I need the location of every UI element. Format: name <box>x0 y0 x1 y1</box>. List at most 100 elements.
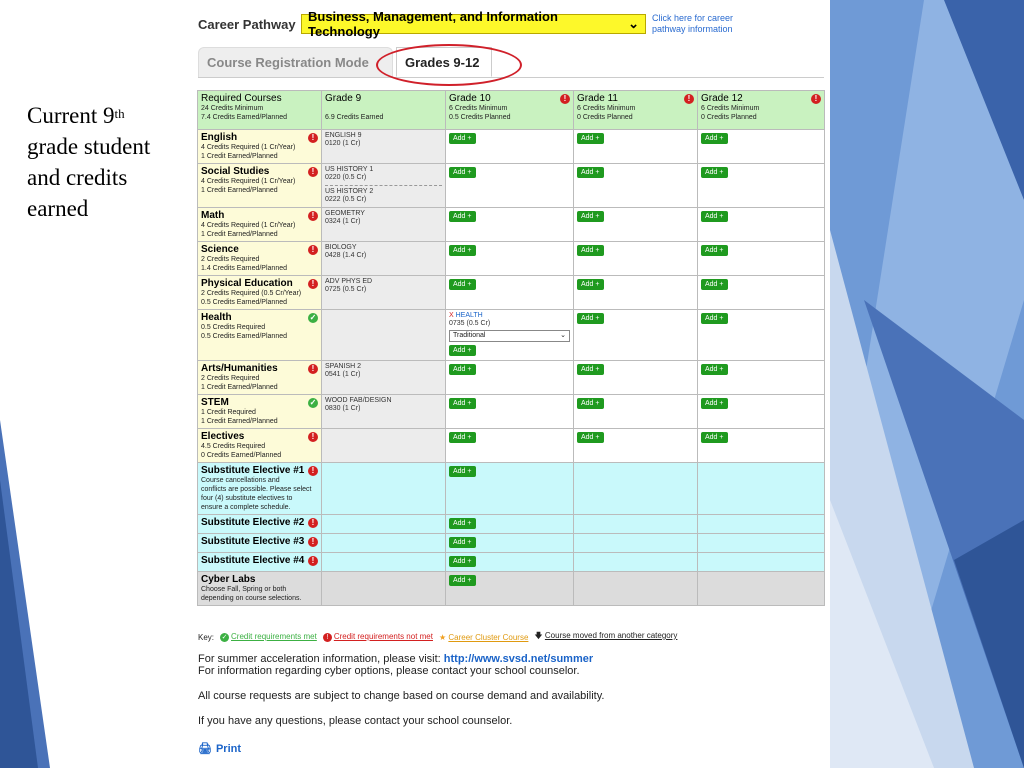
alert-icon: ! <box>308 518 318 528</box>
header-grade-10: Grade 10 6 Credits Minimum 0.5 Credits P… <box>445 90 574 130</box>
add-button[interactable]: Add + <box>701 133 728 144</box>
grade12-math: Add + <box>697 207 825 242</box>
add-button[interactable]: Add + <box>701 364 728 375</box>
chevron-down-icon: ⌄ <box>560 332 566 339</box>
row-arts-humanities: Arts/Humanities 2 Credits Required 1 Cred… <box>197 360 825 395</box>
grade9-electives <box>321 428 446 463</box>
grade10-stem: Add + <box>445 394 574 429</box>
grade9-stem: WOOD FAB/DESIGN 0830 (1 Cr) <box>321 394 446 429</box>
delivery-select[interactable]: Traditional ⌄ <box>449 330 570 342</box>
arrow-down-icon: 🡇 <box>534 631 543 640</box>
add-button[interactable]: Add + <box>701 211 728 222</box>
requirement-substitute-2: Substitute Elective #2 ! <box>197 514 322 534</box>
add-button[interactable]: Add + <box>449 466 476 477</box>
add-button[interactable]: Add + <box>449 211 476 222</box>
add-button[interactable]: Add + <box>577 364 604 375</box>
alert-icon: ! <box>308 133 318 143</box>
alert-icon: ! <box>308 466 318 476</box>
course-link-health[interactable]: HEALTH <box>456 312 483 319</box>
alert-icon: ! <box>560 94 570 104</box>
requirement-substitute-3: Substitute Elective #3 ! <box>197 533 322 553</box>
add-button[interactable]: Add + <box>577 211 604 222</box>
add-button[interactable]: Add + <box>449 133 476 144</box>
grade10-substitute-4: Add + <box>445 552 574 572</box>
career-pathway-select[interactable]: Business, Management, and Information Te… <box>301 9 646 39</box>
printer-icon: 🖨 <box>198 743 212 755</box>
add-button[interactable]: Add + <box>701 313 728 324</box>
add-button[interactable]: Add + <box>701 245 728 256</box>
grade9-english: ENGLISH 9 0120 (1 Cr) <box>321 129 446 164</box>
requirement-substitute-1: Substitute Elective #1 Course cancellati… <box>197 462 322 515</box>
summer-link[interactable]: http://www.svsd.net/summer <box>444 653 593 665</box>
requirement-stem: STEM 1 Credit Required 1 Credit Earned/Pl… <box>197 394 322 429</box>
grade11-substitute-1 <box>573 462 698 515</box>
add-button[interactable]: Add + <box>577 133 604 144</box>
career-pathway-info-link[interactable]: Click here for career pathway informatio… <box>652 13 752 35</box>
grade11-health: Add + <box>573 309 698 361</box>
row-physical-education: Physical Education 2 Credits Required (0… <box>197 275 825 310</box>
add-button[interactable]: Add + <box>701 167 728 178</box>
requirement-cyber-labs: Cyber Labs Choose Fall, Spring or both de… <box>197 571 322 606</box>
add-button[interactable]: Add + <box>449 398 476 409</box>
alert-icon: ! <box>308 537 318 547</box>
requirement-electives: Electives 4.5 Credits Required 0 Credits … <box>197 428 322 463</box>
highlight-circle <box>376 44 522 86</box>
alert-icon: ! <box>811 94 821 104</box>
add-button[interactable]: Add + <box>449 364 476 375</box>
print-button[interactable]: 🖨 Print <box>198 742 241 756</box>
grade9-substitute-1 <box>321 462 446 515</box>
slide-caption: Current 9th grade student and credits ea… <box>27 103 151 221</box>
grade11-arts-humanities: Add + <box>573 360 698 395</box>
grade12-substitute-1 <box>697 462 825 515</box>
grade12-english: Add + <box>697 129 825 164</box>
add-button[interactable]: Add + <box>577 167 604 178</box>
row-stem: STEM 1 Credit Required 1 Credit Earned/Pl… <box>197 394 825 429</box>
career-pathway-label: Career Pathway <box>198 16 296 32</box>
grade9-math: GEOMETRY 0324 (1 Cr) <box>321 207 446 242</box>
grade10-health: X HEALTH 0735 (0.5 Cr) Traditional ⌄ Add … <box>445 309 574 361</box>
remove-course-icon[interactable]: X <box>449 312 454 319</box>
grade10-substitute-3: Add + <box>445 533 574 553</box>
add-button[interactable]: Add + <box>449 575 476 586</box>
add-button[interactable]: Add + <box>577 398 604 409</box>
alert-icon: ! <box>308 279 318 289</box>
add-button[interactable]: Add + <box>577 432 604 443</box>
add-button[interactable]: Add + <box>449 245 476 256</box>
row-substitute-2: Substitute Elective #2 ! Add + <box>197 514 825 534</box>
alert-icon: ! <box>308 364 318 374</box>
add-button[interactable]: Add + <box>449 345 476 356</box>
grade10-science: Add + <box>445 241 574 276</box>
add-button[interactable]: Add + <box>577 313 604 324</box>
add-button[interactable]: Add + <box>449 432 476 443</box>
grade9-science: BIOLOGY 0428 (1.4 Cr) <box>321 241 446 276</box>
add-button[interactable]: Add + <box>449 556 476 567</box>
grade9-arts-humanities: SPANISH 2 0541 (1 Cr) <box>321 360 446 395</box>
grade12-social-studies: Add + <box>697 163 825 208</box>
row-substitute-3: Substitute Elective #3 ! Add + <box>197 533 825 553</box>
add-button[interactable]: Add + <box>701 398 728 409</box>
add-button[interactable]: Add + <box>701 279 728 290</box>
grade10-english: Add + <box>445 129 574 164</box>
grade11-physical-education: Add + <box>573 275 698 310</box>
alert-icon: ! <box>322 633 332 642</box>
legend-key: Key: ✓ Credit requirements met ! Credit re… <box>198 631 678 642</box>
grade10-electives: Add + <box>445 428 574 463</box>
alert-icon: ! <box>308 167 318 177</box>
add-button[interactable]: Add + <box>577 279 604 290</box>
add-button[interactable]: Add + <box>449 518 476 529</box>
requirement-english: English 4 Credits Required (1 Cr/Year) 1 … <box>197 129 322 164</box>
check-icon: ✓ <box>220 633 230 642</box>
add-button[interactable]: Add + <box>449 167 476 178</box>
add-button[interactable]: Add + <box>577 245 604 256</box>
add-button[interactable]: Add + <box>449 537 476 548</box>
grade9-physical-education: ADV PHYS ED 0725 (0.5 Cr) <box>321 275 446 310</box>
row-substitute-4: Substitute Elective #4 ! Add + <box>197 552 825 572</box>
add-button[interactable]: Add + <box>449 279 476 290</box>
add-button[interactable]: Add + <box>701 432 728 443</box>
grade10-cyber-labs: Add + <box>445 571 574 606</box>
course-registration-screenshot: Career Pathway Business, Management, and… <box>196 0 828 768</box>
info-notes: For summer acceleration information, ple… <box>198 653 605 727</box>
alert-icon: ! <box>308 211 318 221</box>
tab-course-registration-mode[interactable]: Course Registration Mode <box>198 47 393 77</box>
grade11-social-studies: Add + <box>573 163 698 208</box>
